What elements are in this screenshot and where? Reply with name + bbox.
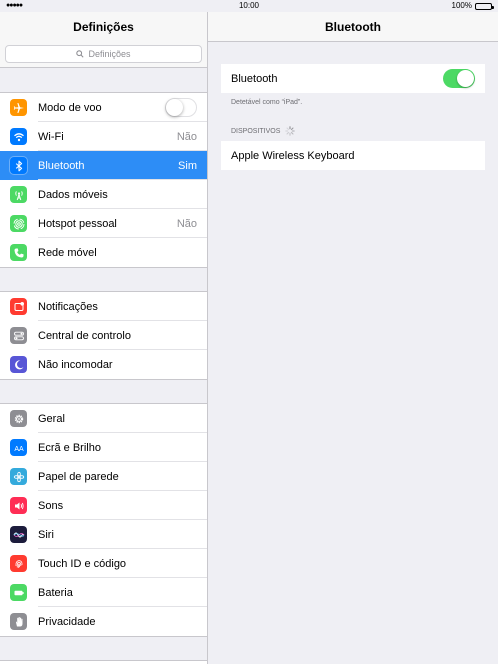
moon-icon (10, 356, 27, 373)
sidebar-item-bateria[interactable]: Bateria (0, 578, 207, 607)
sidebar-item-value: Não (176, 217, 197, 230)
sidebar-item-papel-de-parede[interactable]: Papel de parede (0, 462, 207, 491)
wifi-icon (10, 128, 27, 145)
speaker-icon (10, 497, 27, 514)
bluetooth-toggle[interactable] (443, 69, 475, 88)
sidebar-item-value: Não (176, 130, 197, 143)
devices-header-label: DISPOSITIVOS (231, 127, 281, 135)
search-input[interactable]: Definições (5, 45, 202, 63)
fingerprint-icon (10, 555, 27, 572)
sidebar-title: Definições (0, 12, 207, 42)
sidebar-item-hotspot-pessoal[interactable]: Hotspot pessoal Não (0, 209, 207, 238)
sidebar-item-label: Rede móvel (38, 246, 97, 259)
sidebar-item-notificacoes[interactable]: Notificações (0, 292, 207, 321)
sidebar-item-label: Touch ID e código (38, 557, 127, 570)
settings-group: Geral AA Ecrã e Brilho Papel de parede Sons S… (0, 403, 207, 637)
search-icon (76, 50, 85, 58)
battery-status: 100% (451, 0, 494, 12)
svg-text:AA: AA (14, 446, 24, 453)
hand-icon (10, 613, 27, 630)
hotspot-icon (10, 215, 27, 232)
phone-icon (10, 244, 27, 261)
settings-group: Modo de voo Wi-Fi Não Bluetooth Sim Dados móv… (0, 92, 207, 268)
sidebar-item-label: Hotspot pessoal (38, 217, 117, 230)
sidebar-item-label: Wi-Fi (38, 130, 64, 143)
airplane-icon (10, 99, 27, 116)
sidebar-item-label: Notificações (38, 300, 98, 313)
notifications-icon (10, 298, 27, 315)
sidebar-item-central-de-controlo[interactable]: Central de controlo (0, 321, 207, 350)
battery-percent: 100% (451, 1, 472, 10)
sidebar-item-touch-id-e-codigo[interactable]: Touch ID e código (0, 549, 207, 578)
spinner-icon (285, 126, 296, 136)
status-bar: ●●●●● 10:00 100% (0, 0, 498, 12)
device-row[interactable]: Apple Wireless Keyboard (221, 141, 485, 170)
bluetooth-toggle-label: Bluetooth (231, 72, 278, 85)
sidebar-item-value: Sim (178, 159, 197, 172)
battery-icon (10, 584, 27, 601)
sidebar-item-dados-moveis[interactable]: Dados móveis (0, 180, 207, 209)
sidebar-item-nao-incomodar[interactable]: Não incomodar (0, 350, 207, 379)
sidebar-item-label: Papel de parede (38, 470, 119, 483)
sidebar-item-rede-movel[interactable]: Rede móvel (0, 238, 207, 267)
sidebar-item-label: Dados móveis (38, 188, 108, 201)
sidebar-item-label: Ecrã e Brilho (38, 441, 101, 454)
battery-icon (475, 2, 494, 10)
sidebar-item-label: Modo de voo (38, 101, 102, 114)
sidebar-item-sons[interactable]: Sons (0, 491, 207, 520)
control-center-icon (10, 327, 27, 344)
sidebar-item-ecra-e-brilho[interactable]: AA Ecrã e Brilho (0, 433, 207, 462)
discoverable-caption: Detetável como “iPad”. (231, 99, 303, 106)
search-bar: Definições (0, 42, 207, 68)
siri-icon (10, 526, 27, 543)
devices-section-header: DISPOSITIVOS (231, 126, 296, 136)
sidebar-item-label: Bateria (38, 586, 73, 599)
antenna-icon (10, 186, 27, 203)
sidebar-item-label: Sons (38, 499, 64, 512)
sidebar-item-label: Não incomodar (38, 358, 113, 371)
device-name: Apple Wireless Keyboard (231, 149, 355, 162)
status-time: 10:00 (238, 1, 260, 10)
bluetooth-icon (10, 157, 27, 174)
settings-group (0, 660, 207, 664)
search-placeholder: Definições (88, 49, 131, 59)
sidebar-item-label: Central de controlo (38, 329, 131, 342)
bluetooth-toggle-row: Bluetooth (221, 64, 485, 93)
sidebar-item-bluetooth[interactable]: Bluetooth Sim (0, 151, 207, 180)
sidebar-item-label: Siri (38, 528, 54, 541)
sidebar-item-privacidade[interactable]: Privacidade (0, 607, 207, 636)
wallpaper-icon (10, 468, 27, 485)
settings-group: Notificações Central de controlo Não incom… (0, 291, 207, 380)
gear-icon (10, 410, 27, 427)
sidebar-item-modo-de-voo[interactable]: Modo de voo (0, 93, 207, 122)
sidebar-item-label: Geral (38, 412, 65, 425)
settings-sidebar: Definições Definições Modo de voo Wi-Fi Nã… (0, 12, 208, 664)
sidebar-item-wi-fi[interactable]: Wi-Fi Não (0, 122, 207, 151)
sidebar-item-geral[interactable]: Geral (0, 404, 207, 433)
detail-title: Bluetooth (208, 12, 498, 42)
display-icon: AA (10, 439, 27, 456)
detail-pane: Bluetooth Bluetooth Detetável como “iPad… (208, 12, 498, 664)
sidebar-item-label: Bluetooth (38, 159, 85, 172)
sidebar-item-label: Privacidade (38, 615, 96, 628)
sidebar-item-siri[interactable]: Siri (0, 520, 207, 549)
modo-de-voo-toggle[interactable] (165, 98, 197, 117)
